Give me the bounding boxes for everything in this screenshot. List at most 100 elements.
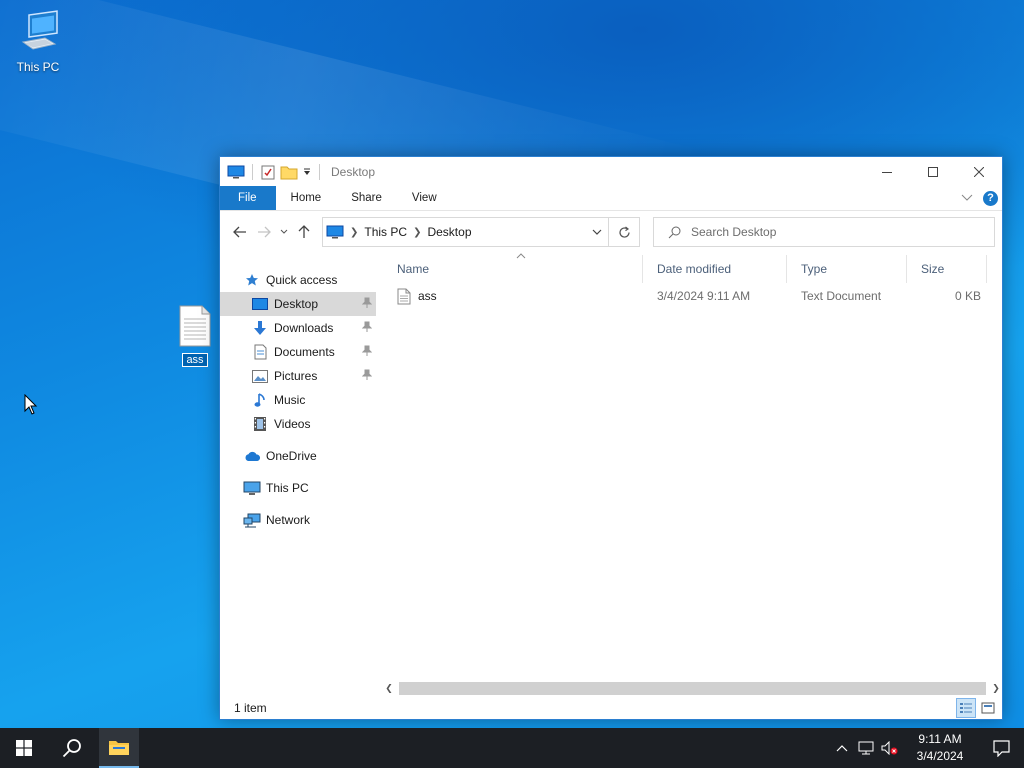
search-input[interactable]: [691, 225, 971, 239]
scroll-right-icon[interactable]: ❯: [990, 683, 1002, 694]
search-button[interactable]: [48, 728, 96, 768]
column-header-type[interactable]: Type: [787, 255, 907, 283]
volume-muted-icon: [881, 741, 898, 755]
volume-button[interactable]: [878, 728, 902, 768]
navigation-bar: ❯ This PC ❯ Desktop: [220, 211, 1002, 253]
explorer-body: Quick access Desktop Downloads Documents…: [220, 253, 1002, 719]
column-header-date-modified[interactable]: Date modified: [643, 255, 787, 283]
view-switcher: [956, 698, 1002, 718]
chevron-down-icon: [592, 229, 602, 235]
refresh-button[interactable]: [609, 217, 640, 247]
pin-icon: [361, 321, 373, 336]
chevron-up-icon: [836, 745, 848, 752]
up-button[interactable]: [292, 220, 316, 244]
file-explorer-window: Desktop File Home Share View ? ❯ This PC…: [219, 156, 1003, 720]
arrow-left-icon: [233, 226, 246, 238]
network-status-button[interactable]: [854, 728, 878, 768]
sidebar-item-network[interactable]: Network: [220, 508, 376, 532]
help-button[interactable]: ?: [983, 190, 998, 206]
scroll-left-icon[interactable]: ❮: [383, 683, 395, 694]
cloud-icon: [243, 447, 261, 465]
show-hidden-icons-button[interactable]: [830, 728, 854, 768]
file-date-modified: 3/4/2024 9:11 AM: [657, 289, 751, 303]
details-view-button[interactable]: [956, 698, 976, 718]
chevron-down-icon: [280, 229, 288, 234]
sidebar-item-desktop[interactable]: Desktop: [220, 292, 376, 316]
desktop: This PC ass Desktop File Home Share View…: [0, 0, 1024, 728]
windows-logo-icon: [16, 740, 32, 756]
column-headers: Name Date modified Type Size: [383, 253, 1002, 283]
close-button[interactable]: [956, 157, 1002, 186]
chevron-right-icon[interactable]: ❯: [350, 227, 358, 238]
sidebar-item-label: Pictures: [274, 369, 318, 383]
monitor-icon: [243, 479, 261, 497]
breadcrumb-this-pc[interactable]: This PC: [364, 225, 407, 239]
breadcrumb-desktop[interactable]: Desktop: [427, 225, 471, 239]
new-folder-icon[interactable]: [280, 164, 298, 180]
sidebar-item-label: OneDrive: [266, 449, 317, 463]
file-list: Name Date modified Type Size ass 3/4/202…: [383, 253, 1002, 679]
sidebar-item-videos[interactable]: Videos: [220, 412, 376, 436]
sidebar-item-downloads[interactable]: Downloads: [220, 316, 376, 340]
sidebar-item-quick-access[interactable]: Quick access: [220, 268, 376, 292]
clock[interactable]: 9:11 AM 3/4/2024: [902, 731, 978, 765]
title-bar: Desktop: [220, 157, 1002, 186]
recent-locations-button[interactable]: [276, 220, 292, 244]
column-header-name[interactable]: Name: [383, 255, 643, 283]
sidebar-item-label: This PC: [266, 481, 309, 495]
maximize-button[interactable]: [910, 157, 956, 186]
minimize-button[interactable]: [864, 157, 910, 186]
toolbar-separator: [319, 163, 320, 180]
pin-icon: [361, 369, 373, 384]
dragged-file[interactable]: ass: [170, 305, 220, 367]
tab-share[interactable]: Share: [336, 186, 397, 210]
sidebar-item-label: Quick access: [266, 273, 338, 287]
action-center-button[interactable]: [978, 728, 1024, 768]
large-icons-view-button[interactable]: [978, 698, 998, 718]
sort-ascending-icon: [516, 253, 526, 259]
scrollbar-thumb[interactable]: [399, 682, 986, 695]
tab-home[interactable]: Home: [276, 186, 337, 210]
clock-time: 9:11 AM: [918, 732, 962, 746]
table-row[interactable]: ass 3/4/2024 9:11 AM Text Document 0 KB: [383, 284, 1002, 308]
clock-date: 3/4/2024: [916, 749, 964, 763]
forward-button[interactable]: [252, 220, 276, 244]
tab-view[interactable]: View: [397, 186, 452, 210]
sidebar-item-pictures[interactable]: Pictures: [220, 364, 376, 388]
customize-toolbar-icon[interactable]: [302, 167, 312, 177]
horizontal-scrollbar[interactable]: ❮ ❯: [383, 680, 1002, 697]
sidebar-item-onedrive[interactable]: OneDrive: [220, 444, 376, 468]
pin-icon: [361, 297, 373, 312]
sidebar-item-music[interactable]: Music: [220, 388, 376, 412]
back-button[interactable]: [228, 220, 252, 244]
document-icon: [251, 343, 269, 361]
start-button[interactable]: [0, 728, 48, 768]
status-bar: 1 item: [220, 697, 1002, 719]
computer-icon: [21, 10, 58, 50]
expand-ribbon-icon[interactable]: [961, 194, 973, 202]
folder-icon: [109, 741, 129, 755]
address-dropdown-button[interactable]: [586, 229, 608, 235]
properties-icon[interactable]: [260, 164, 276, 180]
sidebar-item-label: Network: [266, 513, 311, 527]
address-bar[interactable]: ❯ This PC ❯ Desktop: [322, 217, 609, 247]
download-arrow-icon: [251, 319, 269, 337]
desktop-icon-this-pc[interactable]: This PC: [6, 8, 70, 74]
sidebar-item-documents[interactable]: Documents: [220, 340, 376, 364]
picture-icon: [251, 367, 269, 385]
column-header-size[interactable]: Size: [907, 255, 987, 283]
mouse-cursor-icon: [24, 394, 38, 415]
details-view-icon: [960, 703, 972, 713]
sidebar-item-label: Documents: [274, 345, 335, 359]
tab-file[interactable]: File: [220, 186, 276, 210]
large-icons-view-icon: [981, 702, 995, 714]
chevron-right-icon[interactable]: ❯: [413, 227, 421, 238]
dragged-file-label: ass: [182, 353, 208, 367]
sidebar-item-this-pc[interactable]: This PC: [220, 476, 376, 500]
file-name-cell: ass: [383, 288, 643, 305]
taskbar-file-explorer[interactable]: [99, 728, 139, 768]
monitor-icon: [227, 165, 245, 178]
